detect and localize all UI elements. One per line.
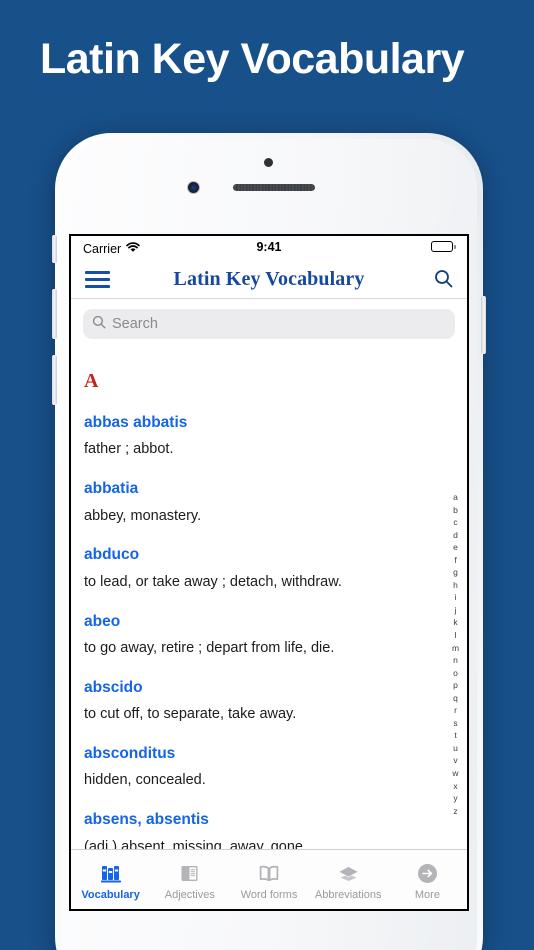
tab-abbreviations[interactable]: Abbreviations (309, 850, 388, 909)
alphabet-index-e[interactable]: e (453, 541, 458, 554)
search-placeholder: Search (112, 316, 158, 332)
entry-definition: abbey, monastery. (84, 507, 202, 524)
alphabet-index-n[interactable]: n (453, 654, 458, 667)
tab-more[interactable]: More (388, 850, 467, 909)
page-title: Latin Key Vocabulary (40, 35, 465, 83)
tab-label: Word forms (240, 888, 298, 901)
alphabet-index-c[interactable]: c (453, 516, 457, 529)
power-button[interactable] (481, 296, 486, 354)
section-header-letter: A (84, 370, 99, 392)
phone-mockup: Carrier 9:41 Latin Key Vocabulary Search… (52, 133, 486, 950)
alphabet-index-j[interactable]: j (455, 604, 457, 617)
app-nav-bar: Latin Key Vocabulary (71, 260, 467, 299)
entry-headword: abduco (84, 546, 140, 564)
entry-headword: abbatia (84, 480, 139, 498)
alphabet-index-s[interactable]: s (453, 717, 457, 730)
hamburger-menu-icon[interactable] (85, 271, 110, 288)
alphabet-index-y[interactable]: y (453, 792, 457, 805)
alphabet-index-p[interactable]: p (453, 679, 458, 692)
alphabet-index-f[interactable]: f (454, 554, 456, 567)
earpiece-speaker-icon (233, 184, 315, 191)
promo-page: Latin Key Vocabulary Carrier 9:41 Latin … (0, 0, 534, 950)
entry-definition: father ; abbot. (84, 441, 174, 458)
list-item[interactable]: abbas abbatis father ; abbot. (84, 413, 467, 459)
alphabet-index-i[interactable]: i (455, 591, 457, 604)
two-pane-book-icon (179, 863, 200, 885)
alphabet-index-b[interactable]: b (453, 504, 458, 517)
alphabet-index-a[interactable]: a (453, 491, 458, 504)
entry-headword: abeo (84, 612, 121, 630)
search-bar-container: Search (71, 299, 467, 339)
alphabet-index-q[interactable]: q (453, 692, 458, 705)
status-bar-right (431, 241, 456, 252)
volume-down-button[interactable] (52, 355, 57, 405)
app-title: Latin Key Vocabulary (173, 267, 365, 290)
battery-full-icon (431, 241, 456, 252)
phone-screen: Carrier 9:41 Latin Key Vocabulary Search… (69, 234, 469, 911)
alphabet-index-l[interactable]: l (455, 629, 457, 642)
open-book-icon (258, 863, 280, 885)
alphabet-index-u[interactable]: u (453, 742, 458, 755)
tab-label: More (414, 888, 440, 901)
alphabet-index-d[interactable]: d (453, 529, 458, 542)
status-bar: Carrier 9:41 (71, 236, 467, 260)
entry-headword: abbas abbatis (84, 414, 188, 431)
alphabet-index-k[interactable]: k (453, 616, 457, 629)
tab-label: Vocabulary (81, 888, 140, 901)
list-item[interactable]: abeo to go away, retire ; depart from lif… (84, 612, 467, 658)
entry-headword: absconditus (84, 745, 176, 763)
tab-adjectives[interactable]: Adjectives (150, 850, 229, 909)
status-time: 9:41 (256, 240, 282, 254)
tab-label: Adjectives (164, 888, 215, 901)
alphabet-index-o[interactable]: o (453, 667, 458, 680)
bottom-tab-bar: Vocabulary Adjectives Word forms Abbreviati… (71, 849, 467, 909)
entry-list: abbas abbatis father ; abbot. abbatia abbey… (71, 413, 467, 857)
alphabet-index-z[interactable]: z (453, 805, 457, 818)
entry-definition: to lead, or take away ; detach, withdraw… (84, 573, 342, 590)
silent-switch[interactable] (52, 235, 57, 263)
alphabet-index-g[interactable]: g (453, 566, 458, 579)
vocabulary-list[interactable]: A abbas abbatis father ; abbot. abbatia abb… (71, 339, 467, 890)
search-icon[interactable] (434, 269, 453, 293)
list-item[interactable]: abduco to lead, or take away ; detach, wi… (84, 545, 467, 591)
entry-definition: to cut off, to separate, take away. (84, 706, 297, 723)
stacked-layers-icon (337, 863, 360, 885)
books-shelf-icon (100, 863, 122, 885)
list-item[interactable]: abscido to cut off, to separate, take awa… (84, 678, 467, 724)
tab-label: Abbreviations (314, 888, 382, 901)
volume-up-button[interactable] (52, 289, 57, 339)
front-camera-icon (188, 182, 199, 193)
search-icon (92, 315, 106, 334)
alphabet-index-h[interactable]: h (453, 579, 458, 592)
arrow-right-circle-icon (417, 863, 438, 885)
alphabet-index-m[interactable]: m (452, 642, 459, 655)
proximity-sensor-icon (264, 158, 273, 167)
entry-headword: abscido (84, 678, 143, 696)
alphabet-index-t[interactable]: t (454, 729, 456, 742)
alphabet-index-v[interactable]: v (453, 754, 457, 767)
entry-headword: absens, absentis (84, 811, 209, 829)
list-item[interactable]: abbatia abbey, monastery. (84, 479, 467, 525)
tab-vocabulary[interactable]: Vocabulary (71, 850, 150, 909)
alphabet-index-r[interactable]: r (454, 704, 457, 717)
alphabet-index[interactable]: abcdefghijklmnopqrstuvwxyz (449, 491, 462, 817)
list-item[interactable]: absconditus hidden, concealed. (84, 744, 467, 790)
entry-definition: to go away, retire ; depart from life, d… (84, 640, 335, 657)
alphabet-index-w[interactable]: w (452, 767, 458, 780)
tab-word-forms[interactable]: Word forms (229, 850, 308, 909)
alphabet-index-x[interactable]: x (453, 780, 457, 793)
search-input[interactable]: Search (83, 309, 455, 339)
entry-definition: hidden, concealed. (84, 772, 206, 789)
